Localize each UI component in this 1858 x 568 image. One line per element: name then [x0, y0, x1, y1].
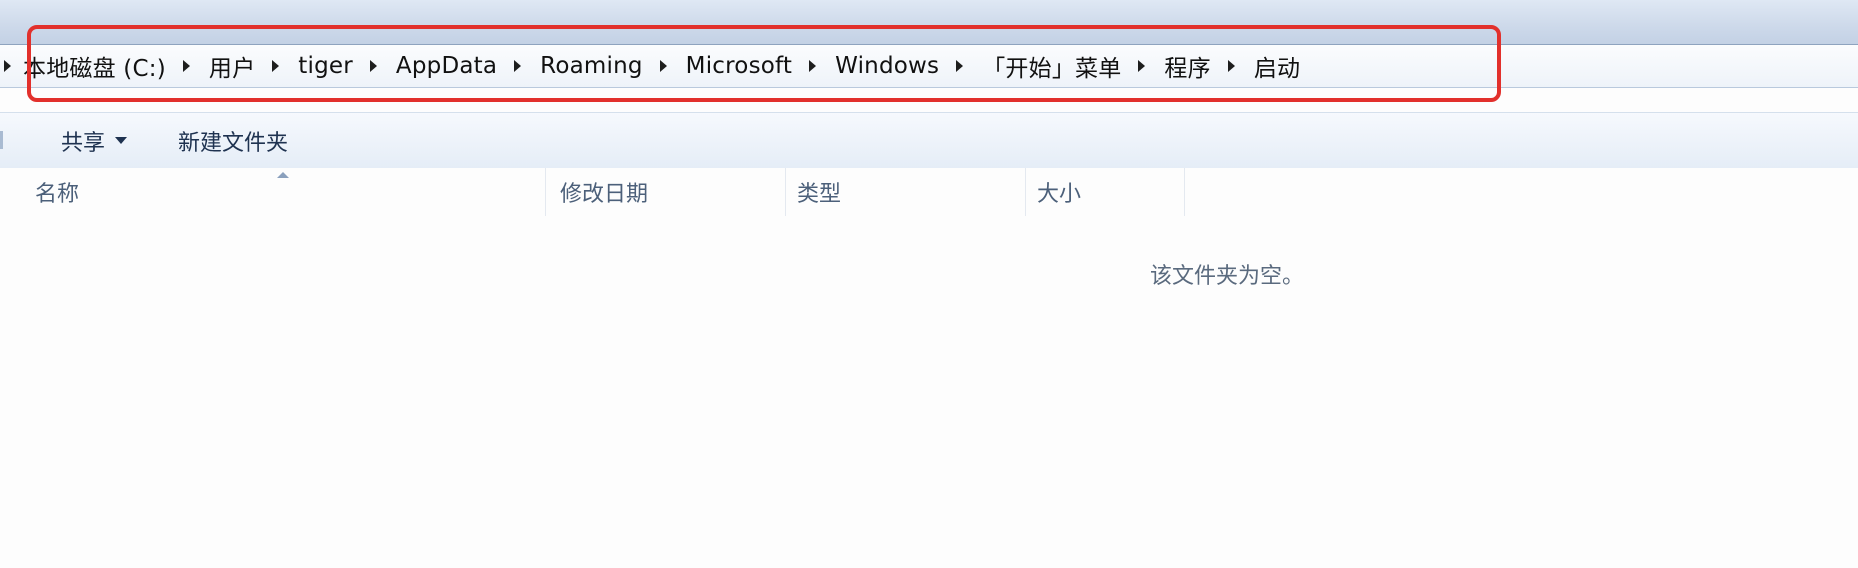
column-size[interactable]: 大小 [1025, 168, 1185, 216]
command-toolbar: 共享 新建文件夹 [0, 112, 1858, 169]
column-name[interactable]: 名称 [35, 168, 545, 216]
share-button[interactable]: 共享 [61, 125, 128, 157]
column-header: 名称 修改日期 类型 大小 [0, 168, 1858, 216]
dropdown-caret-icon [115, 137, 128, 144]
breadcrumb-item-start-menu[interactable]: 「开始」菜单 [982, 49, 1121, 83]
column-date-modified[interactable]: 修改日期 [545, 168, 785, 216]
breadcrumb-item-appdata[interactable]: AppData [396, 53, 497, 79]
breadcrumb-chevron-icon[interactable] [1227, 60, 1235, 72]
breadcrumb-item-tiger[interactable]: tiger [298, 53, 353, 79]
breadcrumb-item-windows[interactable]: Windows [835, 53, 939, 79]
breadcrumb-chevron-icon[interactable] [956, 60, 964, 72]
breadcrumb-item-roaming[interactable]: Roaming [540, 53, 643, 79]
breadcrumb-chevron-icon[interactable] [1138, 60, 1146, 72]
explorer-window: 本地磁盘 (C:) 用户 tiger AppData Roaming Micro… [0, 0, 1858, 568]
empty-folder-message: 该文件夹为空。 [1150, 264, 1305, 289]
share-button-label: 共享 [61, 130, 106, 156]
new-folder-button[interactable]: 新建文件夹 [178, 125, 288, 157]
breadcrumb-chevron-icon[interactable] [369, 60, 377, 72]
breadcrumb-item-programs[interactable]: 程序 [1164, 49, 1210, 83]
breadcrumb-chevron-icon[interactable] [182, 60, 190, 72]
breadcrumb: 本地磁盘 (C:) 用户 tiger AppData Roaming Micro… [0, 45, 1300, 87]
title-strip [0, 0, 1858, 45]
new-folder-button-label: 新建文件夹 [178, 130, 289, 156]
breadcrumb-item-users[interactable]: 用户 [209, 49, 255, 83]
breadcrumb-chevron-icon[interactable] [659, 60, 667, 72]
toolbar-edge [0, 131, 3, 149]
address-bar[interactable]: 本地磁盘 (C:) 用户 tiger AppData Roaming Micro… [0, 45, 1858, 88]
breadcrumb-item-microsoft[interactable]: Microsoft [686, 53, 792, 79]
breadcrumb-chevron-icon[interactable] [272, 60, 280, 72]
breadcrumb-chevron-icon[interactable] [4, 60, 11, 72]
breadcrumb-item-startup[interactable]: 启动 [1254, 49, 1300, 83]
breadcrumb-item-local-disk[interactable]: 本地磁盘 (C:) [23, 49, 166, 83]
breadcrumb-chevron-icon[interactable] [809, 60, 817, 72]
breadcrumb-chevron-icon[interactable] [514, 60, 522, 72]
column-type[interactable]: 类型 [785, 168, 1025, 216]
